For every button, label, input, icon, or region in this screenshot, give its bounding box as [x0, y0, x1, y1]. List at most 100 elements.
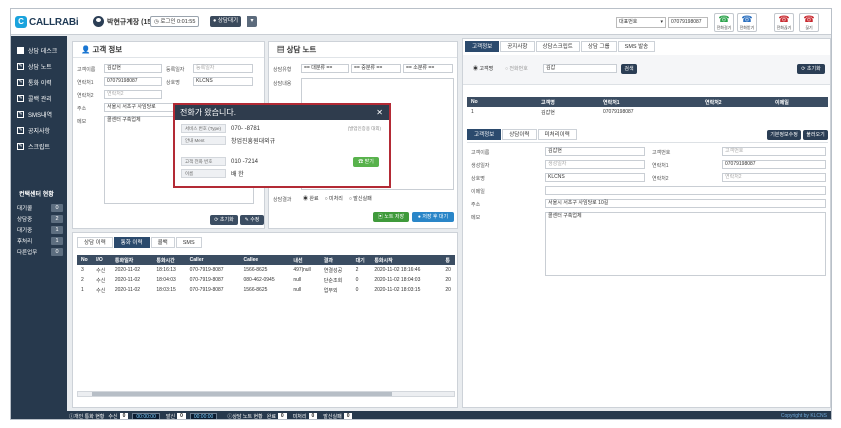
- phone1-field[interactable]: 07079198087: [104, 77, 162, 86]
- sidebar-item-desk[interactable]: 상담 데스크: [11, 42, 67, 58]
- table-cell: 20: [445, 267, 451, 273]
- status-dropdown-button[interactable]: ▾: [247, 16, 257, 27]
- table-cell: [771, 107, 828, 117]
- table-row[interactable]: 1 김갑현 07079198087: [467, 107, 828, 117]
- basic-info-edit-button[interactable]: 기본정보수정: [767, 130, 801, 140]
- out-label: 발신: [165, 413, 176, 420]
- close-icon[interactable]: ✕: [376, 105, 383, 120]
- rep-number-select[interactable]: 대표번호 ▾: [616, 17, 666, 28]
- tab-customer-info[interactable]: 고객정보: [465, 41, 500, 52]
- category-small-select[interactable]: == 소분류 ==: [403, 64, 453, 73]
- column-header[interactable]: No: [77, 255, 93, 265]
- rep-number-field[interactable]: 07079198087: [668, 17, 708, 28]
- tab-consult-history[interactable]: 상담 이력: [77, 237, 113, 248]
- result-radio-fail[interactable]: ○ 발신실패: [349, 195, 372, 202]
- agent-status-button[interactable]: ● 상담대기: [210, 16, 242, 27]
- sidebar-item-script[interactable]: ✎ 스크립트: [11, 138, 67, 154]
- reset-button[interactable]: ⟳ 초기화: [210, 215, 238, 225]
- column-header[interactable]: 결과: [319, 255, 352, 265]
- sidebar-item-sms[interactable]: ✎ SMS내역: [11, 106, 67, 122]
- column-header[interactable]: 통화시간: [152, 255, 186, 265]
- customer-search-input[interactable]: 김갑: [543, 64, 617, 73]
- search-reset-button[interactable]: ⟳ 초기화: [797, 64, 825, 74]
- answer-button[interactable]: ☎ 전화받기: [737, 13, 757, 32]
- disconnect-button[interactable]: ☎ 끊기: [799, 13, 819, 32]
- tab-notice[interactable]: 공지사항: [500, 41, 535, 52]
- column-header[interactable]: 통화시작: [370, 255, 442, 265]
- radio-icon: ○: [324, 196, 328, 202]
- detail-no-field[interactable]: 고객번호: [722, 147, 826, 156]
- in-count: 0: [119, 412, 129, 419]
- customer-detail-form: 고객이름 김갑현 고객번호 고객번호 생성일자 생성일자 연락처1 070791…: [467, 142, 828, 278]
- table-row[interactable]: 1 수신 2020-11-02 18:03:15 070-7919-8087 1566-8…: [77, 285, 455, 295]
- tab-sms[interactable]: SMS: [175, 237, 202, 248]
- column-header[interactable]: No: [467, 97, 537, 107]
- detail-address-field[interactable]: 서울시 서초구 사임당로 10길: [545, 199, 826, 208]
- service-number-value: 070- -8781: [231, 125, 261, 132]
- column-header[interactable]: 연락처1: [599, 97, 701, 107]
- hangup-button[interactable]: ☎ 전화끊기: [774, 13, 794, 32]
- call-button[interactable]: ☎ 전화걸기: [714, 13, 734, 32]
- phone2-field[interactable]: 연락처2: [104, 90, 162, 99]
- column-header[interactable]: 대기: [351, 255, 371, 265]
- horizontal-scrollbar[interactable]: [77, 391, 455, 397]
- detail-no-label: 고객번호: [652, 150, 671, 156]
- company-field[interactable]: KLCNS: [193, 77, 253, 86]
- result-radio-pending[interactable]: ○ 미처리: [325, 195, 343, 202]
- sidebar-item-callback[interactable]: ✎ 콜백 관리: [11, 90, 67, 106]
- column-header[interactable]: 고객명: [537, 97, 599, 107]
- detail-email-field[interactable]: [545, 186, 826, 195]
- save-and-wait-button[interactable]: ● 저장 후 대기: [412, 212, 454, 222]
- detail-name-field[interactable]: 김갑현: [545, 147, 645, 156]
- table-cell: 0: [355, 277, 359, 283]
- right-panel: 고객정보 공지사항 상담스크립트 상담 그룹 SMS 발송 ◉ 고객명 ○ 전화…: [462, 38, 831, 408]
- edit-button[interactable]: ✎ 수정: [240, 215, 264, 225]
- table-cell: 07079198087: [603, 109, 634, 115]
- column-header[interactable]: Caller: [185, 255, 240, 265]
- fail-label: 발신실패: [323, 413, 342, 420]
- column-header[interactable]: 내선: [289, 255, 320, 265]
- customer-name-field[interactable]: 김갑현: [104, 64, 162, 73]
- search-reset-label: 초기화: [806, 66, 821, 72]
- search-button[interactable]: 검색: [621, 64, 637, 74]
- scrollbar-thumb[interactable]: [92, 392, 392, 396]
- table-row[interactable]: 3 수신 2020-11-02 18:16:13 070-7919-8087 1566-8…: [77, 265, 455, 275]
- detail-company-field[interactable]: KLCNS: [545, 173, 645, 182]
- sidebar-item-label: 콜백 관리: [28, 96, 52, 103]
- result-radio-done[interactable]: ◉ 완료: [303, 195, 319, 202]
- sidebar-item-notice[interactable]: ✎ 공지사항: [11, 122, 67, 138]
- app-window: C CALLRABi 박현규계장 (153) ◷ 로그인 0:01:55 ● 상…: [10, 8, 832, 420]
- column-header[interactable]: Callee: [239, 255, 290, 265]
- table-row[interactable]: 2 수신 2020-11-02 18:04:03 070-7919-8087 080-46…: [77, 275, 455, 285]
- detail-created-field[interactable]: 생성일자: [545, 160, 645, 169]
- table-cell: 2020-11-02 18:03:15: [374, 287, 421, 293]
- load-button[interactable]: 불러오기: [803, 130, 828, 140]
- tab-detail-pending[interactable]: 미처리이력: [537, 129, 577, 140]
- column-header[interactable]: 통: [441, 255, 455, 265]
- radio-customer-name[interactable]: ◉ 고객명: [473, 65, 493, 72]
- tab-detail-customer[interactable]: 고객정보: [467, 129, 502, 140]
- regdate-field[interactable]: 등록일자: [193, 64, 253, 73]
- category-mid-select[interactable]: == 중분류 ==: [351, 64, 401, 73]
- tab-group[interactable]: 상담 그룹: [580, 41, 617, 52]
- save-note-button[interactable]: ▣ 노트 저장: [373, 212, 409, 222]
- column-header[interactable]: 연락처2: [701, 97, 771, 107]
- table-cell: 2: [355, 267, 359, 273]
- column-header[interactable]: 이메일: [771, 97, 828, 107]
- tab-callback[interactable]: 콜백: [150, 237, 175, 248]
- radio-label: 발신실패: [353, 196, 372, 202]
- tab-sms-send[interactable]: SMS 발송: [617, 41, 656, 52]
- sidebar-item-note[interactable]: ✎ 상담 노트: [11, 58, 67, 74]
- column-header[interactable]: I/O: [92, 255, 111, 265]
- tab-script[interactable]: 상담스크립트: [535, 41, 580, 52]
- category-large-select[interactable]: == 대분류 ==: [301, 64, 349, 73]
- tab-detail-history[interactable]: 상담이력: [502, 129, 537, 140]
- radio-phone-number[interactable]: ○ 전화번호: [505, 65, 528, 72]
- detail-phone1-field[interactable]: 07079198087: [722, 160, 826, 169]
- detail-memo-field[interactable]: 콜센터 구축업체: [545, 212, 826, 276]
- column-header[interactable]: 통화일자: [110, 255, 153, 265]
- tab-call-history[interactable]: 통화 이력: [113, 237, 150, 248]
- detail-phone2-field[interactable]: 연락처2: [722, 173, 826, 182]
- sidebar-item-call-history[interactable]: ✎ 통화 이력: [11, 74, 67, 90]
- answer-call-button[interactable]: ☎ 받기: [353, 157, 379, 167]
